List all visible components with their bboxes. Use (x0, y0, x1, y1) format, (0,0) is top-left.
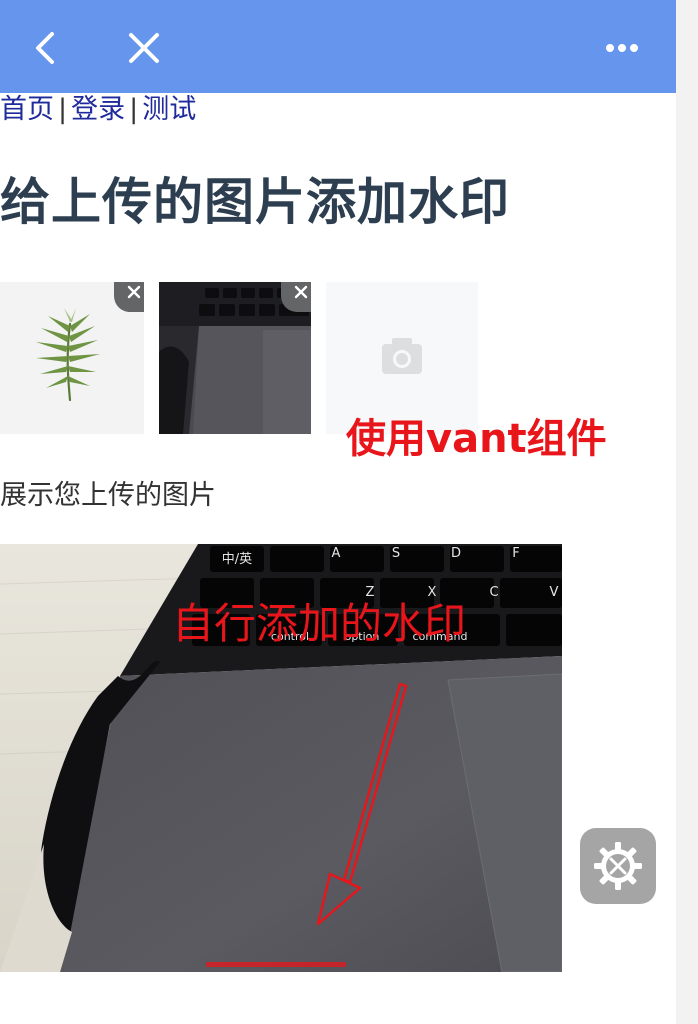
breadcrumb-home-link[interactable]: 首页 (0, 94, 54, 125)
settings-icon (594, 842, 642, 890)
uploaded-image-fern[interactable] (0, 282, 144, 434)
back-button[interactable] (18, 20, 74, 76)
keyboard-key-label: C (489, 585, 498, 600)
more-dots-icon (606, 44, 638, 52)
watermark-annotation: 自行添加的水印 (172, 599, 467, 648)
delete-image-button[interactable] (281, 282, 311, 312)
settings-floating-button[interactable] (580, 828, 656, 904)
keyboard-key-label: A (332, 546, 341, 561)
keyboard-key-label: V (550, 585, 559, 600)
delete-image-button[interactable] (114, 282, 144, 312)
top-navbar (0, 0, 676, 93)
uploaded-image-laptop[interactable] (159, 282, 311, 434)
close-icon (129, 33, 159, 63)
right-scroll-strip (676, 0, 698, 1024)
page: 首页 | 登录 | 测试 给上传的图片添加水印 使用vant组件 展示您上传的图… (0, 0, 698, 1024)
close-icon (294, 285, 308, 299)
preview-section-label: 展示您上传的图片 (0, 480, 216, 511)
close-icon (127, 285, 141, 299)
keyboard-key-label: 中/英 (222, 552, 252, 567)
close-button[interactable] (116, 20, 172, 76)
breadcrumb-test-link[interactable]: 测试 (142, 94, 196, 125)
chevron-left-icon (36, 32, 54, 64)
breadcrumb: 首页 | 登录 | 测试 (0, 92, 196, 128)
vant-component-annotation: 使用vant组件 (346, 416, 607, 462)
keyboard-key-label: S (392, 546, 400, 561)
breadcrumb-separator: | (129, 94, 139, 125)
breadcrumb-login-link[interactable]: 登录 (71, 94, 125, 125)
keyboard-key-label: D (451, 546, 461, 561)
page-title: 给上传的图片添加水印 (0, 173, 510, 231)
keyboard-key-label: F (512, 546, 519, 561)
more-button[interactable] (594, 20, 650, 76)
breadcrumb-separator: | (58, 94, 68, 125)
